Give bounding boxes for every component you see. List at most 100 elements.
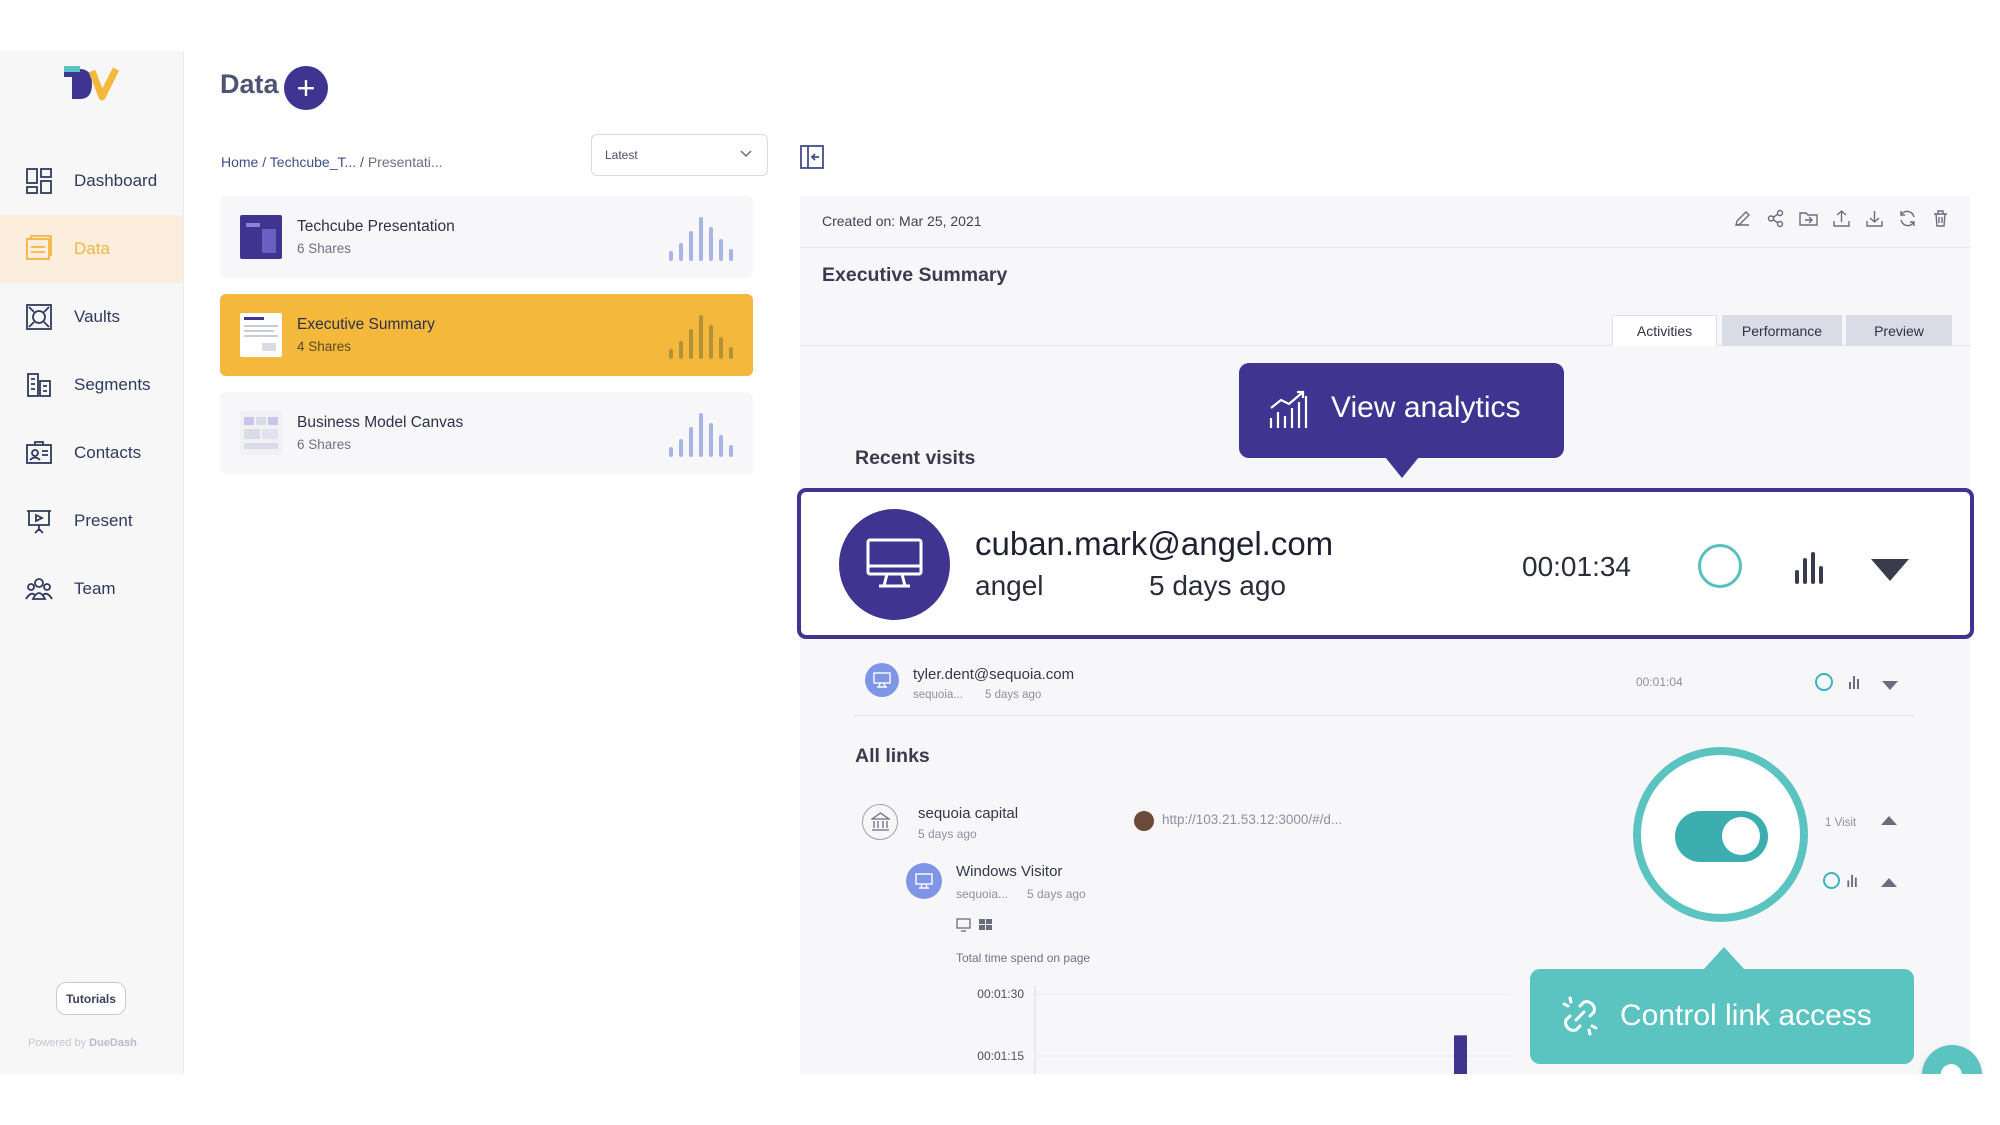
highlighted-visit-row[interactable]: cuban.mark@angel.com angel 5 days ago 00… [797,488,1974,639]
link-access-toggle[interactable] [1675,811,1768,862]
desktop-icon [956,918,971,932]
bank-icon [871,812,890,831]
document-shares: 6 Shares [297,437,352,452]
breadcrumb-folder[interactable]: Techcube_T... [270,154,356,170]
visit-time-ago: 5 days ago [1149,570,1286,601]
analytics-bars-icon[interactable] [667,213,737,261]
visitor-avatar [865,663,899,697]
document-card[interactable]: Executive Summary 4 Shares [220,294,753,376]
present-icon [24,506,54,536]
status-ring-icon[interactable] [1698,544,1742,588]
visitor-email: cuban.mark@angel.com [975,525,1334,562]
visitor-email: tyler.dent@sequoia.com [913,666,1075,683]
upload-icon[interactable] [1832,209,1851,228]
device-icons [956,918,992,932]
sidebar: Dashboard Data Vaults Segments Contacts … [0,51,184,1074]
dashboard-icon [24,166,54,196]
document-name: Executive Summary [297,316,435,333]
vaults-icon [24,302,54,332]
control-link-access-label: Control link access [1620,999,1872,1032]
expand-triangle-icon[interactable] [1882,681,1898,690]
sidebar-item-vaults[interactable]: Vaults [0,283,183,351]
add-data-button[interactable]: + [284,66,328,110]
view-analytics-callout: View analytics [1239,363,1564,478]
callout-pointer [1385,457,1419,478]
control-link-access-callout: Control link access [1530,947,1914,1064]
sort-select-value: Latest [605,148,638,162]
contacts-icon [24,438,54,468]
link-url[interactable]: http://103.21.53.12:3000/#/d... [1162,812,1342,827]
time-on-page-chart: 00:01:3000:01:1500:01:00 [977,986,1510,1074]
tutorials-button[interactable]: Tutorials [56,982,126,1015]
visit-analytics-icon[interactable] [1846,872,1860,887]
powered-by: Powered by DueDash [28,1037,137,1049]
analytics-bars-icon[interactable] [667,409,737,457]
segments-icon [24,370,54,400]
sidebar-item-label: Team [74,579,116,598]
document-thumbnail [240,313,282,357]
document-title: Executive Summary [822,264,1008,286]
link-time-ago: 5 days ago [918,827,977,841]
data-icon [24,234,54,264]
brand-logo[interactable] [60,65,124,103]
status-ring-icon[interactable] [1823,872,1840,889]
tab-activities[interactable]: Activities [1612,315,1717,346]
visitor-org: sequoia... [913,689,963,701]
sidebar-item-label: Segments [74,375,151,394]
document-card[interactable]: Techcube Presentation 6 Shares [220,196,753,278]
collapse-triangle-icon[interactable] [1881,878,1897,887]
chart-bar [1454,1035,1467,1074]
desktop-monitor-icon [915,873,933,889]
windows-icon [979,919,992,930]
sidebar-item-dashboard[interactable]: Dashboard [0,147,183,215]
sort-select[interactable]: Latest [591,134,768,176]
breadcrumb-home[interactable]: Home [221,154,258,170]
toggle-knob [1722,817,1760,855]
sidebar-item-label: Vaults [74,307,120,326]
analytics-bars-icon[interactable] [667,311,737,359]
collapse-triangle-icon[interactable] [1881,816,1897,825]
visitor-avatar [906,863,942,899]
visitor-org: sequoia... [956,887,1009,901]
callout-pointer [1703,947,1745,970]
tab-preview[interactable]: Preview [1846,315,1952,346]
sidebar-item-data[interactable]: Data [0,215,183,283]
owner-avatar [1134,811,1154,831]
sidebar-item-label: Data [74,239,110,258]
refresh-icon[interactable] [1898,209,1917,228]
document-shares: 6 Shares [297,241,352,256]
delete-icon[interactable] [1931,209,1950,228]
visit-analytics-icon[interactable] [1793,550,1827,584]
link-visit-count: 1 Visit [1825,817,1857,829]
desktop-monitor-icon [873,672,891,688]
breadcrumb: Home / Techcube_T... / Presentati... [221,154,443,170]
share-icon[interactable] [1766,209,1785,228]
edit-icon[interactable] [1733,209,1752,228]
sidebar-item-contacts[interactable]: Contacts [0,419,183,487]
download-icon[interactable] [1865,209,1884,228]
visit-duration: 00:01:04 [1636,675,1683,689]
status-ring-icon[interactable] [1815,673,1833,691]
breadcrumb-current: Presentati... [367,154,443,170]
collapse-panel-icon[interactable] [799,144,825,170]
team-icon [24,574,54,604]
link-icon [1562,996,1598,1036]
document-card[interactable]: Business Model Canvas 6 Shares [220,392,753,474]
page-title: Data [220,69,279,99]
visitor-org: angel [975,570,1044,601]
sidebar-item-present[interactable]: Present [0,487,183,555]
sidebar-item-segments[interactable]: Segments [0,351,183,419]
visit-duration: 00:01:34 [1522,551,1631,582]
sidebar-item-team[interactable]: Team [0,555,183,623]
visit-row[interactable]: tyler.dent@sequoia.com sequoia... 5 days… [855,651,1913,716]
visit-analytics-icon[interactable] [1848,673,1862,689]
move-to-folder-icon[interactable] [1799,209,1818,228]
chevron-down-icon [740,150,752,158]
institution-icon [862,804,898,840]
document-thumbnail [240,411,282,455]
link-name: sequoia capital [918,805,1019,822]
tab-performance[interactable]: Performance [1722,315,1842,346]
sidebar-item-label: Contacts [74,443,142,462]
powered-by-brand[interactable]: DueDash [89,1037,137,1049]
expand-triangle-icon[interactable] [1871,559,1909,581]
